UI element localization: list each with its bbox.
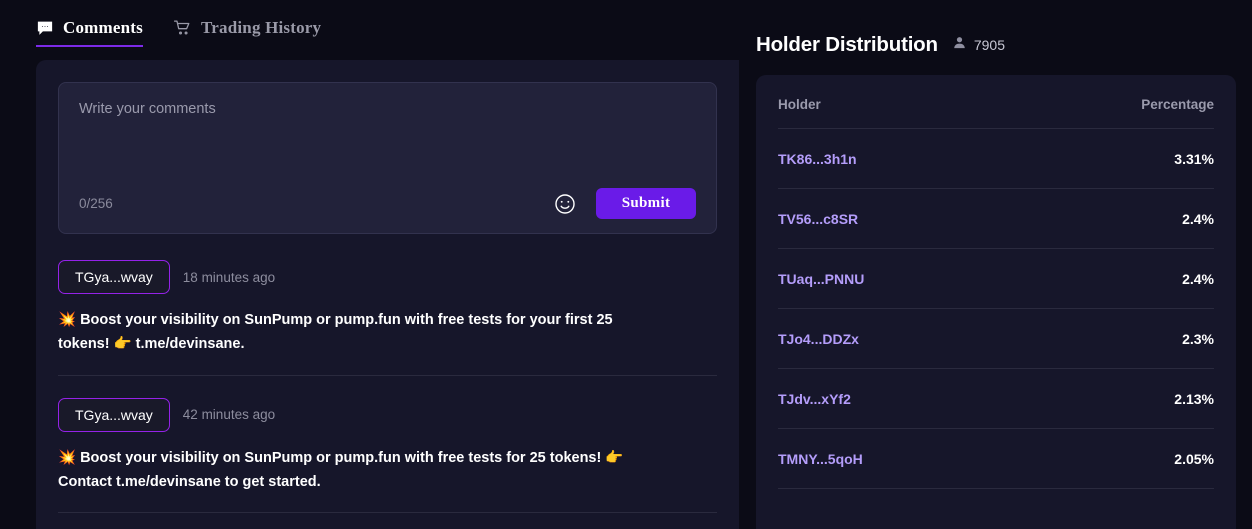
holder-percentage: 2.13% xyxy=(1014,368,1214,429)
holder-address[interactable]: TMNY...5qoH xyxy=(778,428,1015,489)
table-row[interactable]: TV56...c8SR 2.4% xyxy=(778,188,1214,249)
column-header-holder: Holder xyxy=(778,75,1015,129)
token-detail-page: Comments Trading History Write your comm… xyxy=(0,0,1252,529)
table-row[interactable]: TMNY...5qoH 2.05% xyxy=(778,428,1214,489)
holder-address[interactable]: TK86...3h1n xyxy=(778,128,1015,189)
tab-bar: Comments Trading History xyxy=(0,0,740,50)
table-header-row: Holder Percentage xyxy=(778,75,1214,129)
comment-item: TGya...wvay 18 minutes ago 💥 Boost your … xyxy=(58,238,717,376)
person-icon xyxy=(952,35,967,55)
tab-comments-label: Comments xyxy=(63,17,143,37)
holder-address[interactable]: TV56...c8SR xyxy=(778,188,1015,249)
comment-timestamp: 18 minutes ago xyxy=(182,269,276,285)
comment-header: TGya...wvay 42 minutes ago xyxy=(58,397,717,432)
submit-comment-button[interactable]: Submit xyxy=(596,188,696,219)
tab-comments[interactable]: Comments xyxy=(36,18,143,47)
holder-percentage: 2.4% xyxy=(1014,188,1214,249)
comment-header: TGya...wvay 18 minutes ago xyxy=(58,260,717,294)
holder-percentage: 2.3% xyxy=(1014,308,1214,369)
page-title: Holder Distribution xyxy=(756,33,938,56)
table-row[interactable]: TJo4...DDZx 2.3% xyxy=(778,308,1214,369)
holder-count-group: 7905 xyxy=(952,35,1005,55)
holder-distribution-panel: Holder Percentage TK86...3h1n 3.31% TV56… xyxy=(756,75,1236,529)
holder-address[interactable]: TJdv...xYf2 xyxy=(778,368,1015,429)
holder-table-head: Holder Percentage xyxy=(778,75,1214,129)
smiley-face-icon[interactable] xyxy=(552,191,578,217)
comment-author-badge[interactable]: TGya...wvay xyxy=(58,260,170,294)
table-row[interactable]: TJdv...xYf2 2.13% xyxy=(778,368,1214,429)
comment-composer[interactable]: Write your comments 0/256 Submit xyxy=(58,82,717,234)
character-counter: 0/256 xyxy=(79,196,113,211)
shopping-cart-icon xyxy=(173,18,192,37)
holder-table-body: TK86...3h1n 3.31% TV56...c8SR 2.4% TUaq.… xyxy=(778,128,1214,489)
tab-trading-history-label: Trading History xyxy=(200,17,322,37)
holder-address[interactable]: TUaq...PNNU xyxy=(778,248,1015,309)
holder-table: Holder Percentage TK86...3h1n 3.31% TV56… xyxy=(778,75,1214,489)
holder-count-value: 7905 xyxy=(973,37,1005,53)
composer-actions: Submit xyxy=(552,188,696,219)
comment-input-placeholder[interactable]: Write your comments xyxy=(79,101,696,117)
holder-percentage: 3.31% xyxy=(1014,128,1214,189)
holder-distribution-column: Holder Distribution 7905 Holder Percenta… xyxy=(740,0,1252,529)
comment-author-badge[interactable]: TGya...wvay xyxy=(58,397,170,432)
composer-footer: 0/256 Submit xyxy=(79,188,696,219)
comment-list: TGya...wvay 18 minutes ago 💥 Boost your … xyxy=(58,234,717,514)
tab-trading-history[interactable]: Trading History xyxy=(173,18,321,47)
holder-distribution-header: Holder Distribution 7905 xyxy=(740,0,1252,62)
comments-panel: Write your comments 0/256 Submit TGya...… xyxy=(36,60,739,529)
comment-timestamp: 42 minutes ago xyxy=(182,407,276,423)
holder-address[interactable]: TJo4...DDZx xyxy=(778,308,1015,369)
holder-percentage: 2.4% xyxy=(1014,248,1214,309)
table-row[interactable]: TK86...3h1n 3.31% xyxy=(778,128,1214,189)
comments-column: Comments Trading History Write your comm… xyxy=(0,0,740,529)
table-row[interactable]: TUaq...PNNU 2.4% xyxy=(778,248,1214,309)
holder-percentage: 2.05% xyxy=(1014,428,1214,489)
column-header-percentage: Percentage xyxy=(1014,75,1214,129)
comment-text: 💥 Boost your visibility on SunPump or pu… xyxy=(58,449,624,491)
comment-item: TGya...wvay 42 minutes ago 💥 Boost your … xyxy=(58,376,717,514)
comment-bubble-icon xyxy=(36,19,54,37)
comment-text: 💥 Boost your visibility on SunPump or pu… xyxy=(58,312,613,353)
